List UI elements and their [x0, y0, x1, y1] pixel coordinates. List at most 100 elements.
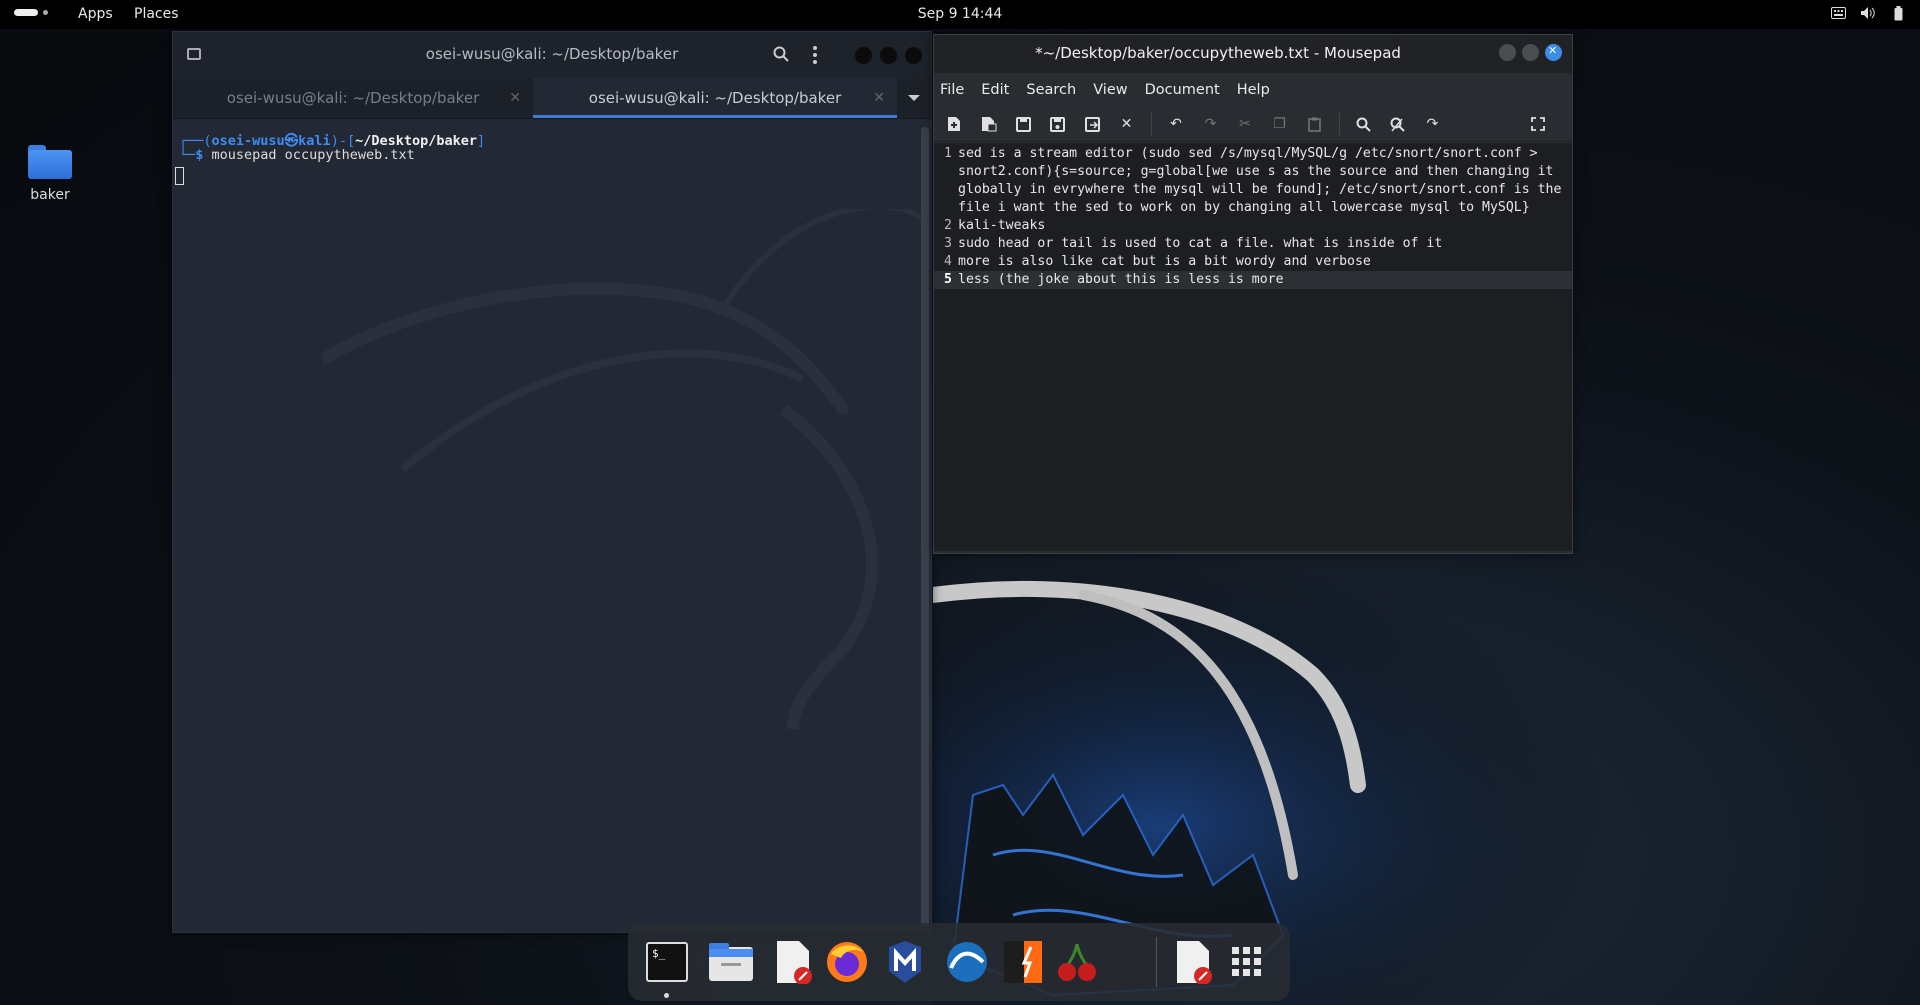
scrollbar[interactable]: [921, 127, 929, 927]
menu-search[interactable]: Search: [1026, 82, 1076, 98]
tab-terminal-1[interactable]: osei-wusu@kali: ~/Desktop/baker ✕: [173, 78, 533, 118]
top-bar: Apps Places Sep 9 14:44: [0, 0, 1920, 29]
minimize-button[interactable]: [1499, 44, 1516, 61]
dock-text-editor[interactable]: [770, 939, 816, 985]
new-document-icon[interactable]: [944, 114, 964, 134]
redo-icon[interactable]: ↷: [1201, 114, 1221, 134]
terminal-window[interactable]: osei-wusu@kali: ~/Desktop/baker osei-wus…: [172, 31, 932, 933]
menu-file[interactable]: File: [940, 82, 964, 98]
workspace-dot-icon: [43, 10, 48, 15]
battery-icon[interactable]: [1890, 5, 1906, 21]
window-controls[interactable]: [1499, 44, 1562, 61]
close-button[interactable]: [1545, 44, 1562, 61]
copy-icon[interactable]: ❐: [1270, 114, 1290, 134]
desktop-folder-baker[interactable]: baker: [22, 145, 78, 203]
save-as-icon[interactable]: [1048, 114, 1068, 134]
menu-edit[interactable]: Edit: [981, 82, 1009, 98]
dock-metasploit[interactable]: [882, 939, 928, 985]
line-number: 3: [944, 236, 952, 251]
menu-help[interactable]: Help: [1237, 82, 1270, 98]
text-line: sed is a stream editor (sudo sed /s/mysq…: [958, 146, 1538, 161]
dock-burpsuite[interactable]: [1000, 939, 1046, 985]
tab-terminal-2[interactable]: osei-wusu@kali: ~/Desktop/baker ✕: [533, 78, 897, 118]
reload-icon[interactable]: [1082, 114, 1102, 134]
wireshark-icon: [947, 942, 987, 982]
clock[interactable]: Sep 9 14:44: [918, 6, 1003, 22]
kebab-menu-icon[interactable]: [813, 46, 817, 67]
window-controls[interactable]: [855, 47, 922, 64]
menu-bar: File Edit Search View Document Help: [934, 73, 1572, 107]
tab-close-icon[interactable]: ✕: [509, 78, 521, 118]
running-indicator: [664, 993, 669, 998]
file-manager-icon: [709, 943, 753, 981]
metasploit-icon: [889, 941, 921, 983]
minimize-button[interactable]: [855, 47, 872, 64]
dock: $_: [628, 923, 1290, 1001]
terminal-titlebar[interactable]: osei-wusu@kali: ~/Desktop/baker: [173, 32, 931, 78]
terminal-title: osei-wusu@kali: ~/Desktop/baker: [425, 45, 679, 63]
save-icon[interactable]: [1013, 114, 1033, 134]
terminal-output[interactable]: ┌──(osei-wusu㉿kali)-[~/Desktop/baker] └─…: [173, 119, 931, 931]
search-icon[interactable]: [773, 46, 789, 66]
close-button[interactable]: [905, 47, 922, 64]
prompt-line: ┌──(osei-wusu㉿kali)-[~/Desktop/baker]: [179, 133, 486, 149]
text-editor-icon: [777, 941, 812, 984]
toolbar-separator: [1338, 113, 1340, 135]
text-line: kali-tweaks: [958, 218, 1046, 233]
mousepad-title: *~/Desktop/baker/occupytheweb.txt - Mous…: [1035, 44, 1401, 62]
menu-view[interactable]: View: [1093, 82, 1127, 98]
toolbar: ✕ ↶ ↷ ✂ ❐ ↷: [934, 107, 1572, 142]
activities-button[interactable]: [14, 9, 48, 16]
folder-icon: [28, 145, 72, 179]
dock-terminal[interactable]: $_: [644, 939, 690, 985]
dock-file-manager[interactable]: [708, 939, 754, 985]
line-number: 5: [944, 272, 952, 287]
places-menu[interactable]: Places: [134, 6, 179, 22]
text-line-wrapped: snort2.conf){s=source; g=global[we use s…: [958, 164, 1554, 179]
text-editor[interactable]: 1 sed is a stream editor (sudo sed /s/my…: [934, 143, 1572, 551]
tab-label: osei-wusu@kali: ~/Desktop/baker: [226, 89, 480, 107]
find-replace-icon[interactable]: [1388, 114, 1408, 134]
tab-list-dropdown[interactable]: [897, 78, 931, 118]
undo-icon[interactable]: ↶: [1166, 114, 1186, 134]
dock-firefox[interactable]: [824, 939, 870, 985]
dock-cherrytree[interactable]: [1054, 939, 1100, 985]
terminal-cursor: [175, 167, 184, 185]
burpsuite-icon: [1004, 941, 1042, 983]
dock-show-applications[interactable]: [1224, 939, 1270, 985]
app-grid-icon: [1232, 947, 1261, 976]
tab-close-icon[interactable]: ✕: [873, 78, 885, 118]
menu-document[interactable]: Document: [1145, 82, 1220, 98]
line-number: 4: [944, 254, 952, 269]
text-line: sudo head or tail is used to cat a file.…: [958, 236, 1443, 251]
dock-wireshark[interactable]: [944, 939, 990, 985]
cherrytree-icon: [1058, 943, 1096, 981]
go-to-line-icon[interactable]: ↷: [1423, 114, 1443, 134]
mousepad-window[interactable]: *~/Desktop/baker/occupytheweb.txt - Mous…: [933, 34, 1573, 554]
kali-dragon-watermark-icon: [323, 209, 923, 729]
command-line: └─$ mousepad occupytheweb.txt: [179, 147, 415, 163]
apps-menu[interactable]: Apps: [78, 6, 113, 22]
terminal-icon: $_: [646, 942, 688, 982]
text-line-wrapped: file i want the sed to work on by changi…: [958, 200, 1530, 215]
text-line-wrapped: globally in evrywhere the mysql will be …: [958, 182, 1562, 197]
fullscreen-icon[interactable]: [1528, 114, 1548, 134]
find-icon[interactable]: [1354, 114, 1374, 134]
firefox-icon: [827, 942, 867, 982]
volume-icon[interactable]: [1860, 5, 1876, 21]
system-tray[interactable]: [1830, 5, 1906, 21]
paste-icon[interactable]: [1304, 114, 1324, 134]
dock-text-editor-running[interactable]: [1170, 939, 1216, 985]
maximize-button[interactable]: [880, 47, 897, 64]
mousepad-titlebar[interactable]: *~/Desktop/baker/occupytheweb.txt - Mous…: [934, 35, 1572, 73]
new-window-icon[interactable]: [979, 114, 999, 134]
maximize-button[interactable]: [1522, 44, 1539, 61]
keyboard-icon[interactable]: [1830, 5, 1846, 21]
dock-separator: [1156, 937, 1157, 987]
text-line: more is also like cat but is a bit wordy…: [958, 254, 1371, 269]
terminal-tab-bar: osei-wusu@kali: ~/Desktop/baker ✕ osei-w…: [173, 78, 931, 119]
close-tab-icon[interactable]: ✕: [1117, 114, 1137, 134]
line-number: 1: [944, 146, 952, 161]
text-editor-icon: [1177, 941, 1212, 984]
cut-icon[interactable]: ✂: [1235, 114, 1255, 134]
